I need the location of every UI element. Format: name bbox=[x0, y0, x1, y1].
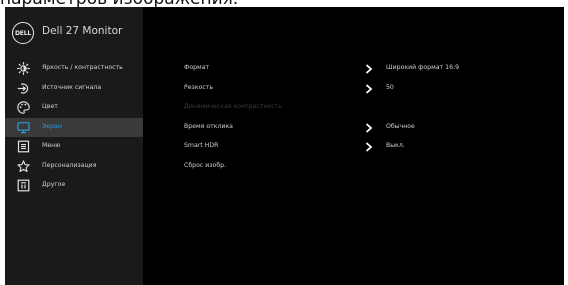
menu-item-label: Персонализация bbox=[42, 161, 97, 169]
input-source-icon bbox=[17, 82, 30, 95]
color-palette-icon bbox=[17, 101, 30, 114]
setting-label: Динамическая контрастность bbox=[184, 103, 282, 110]
menu-item-label: Источник сигнала bbox=[42, 83, 102, 91]
osd-header: DELL Dell 27 Monitor bbox=[5, 7, 564, 50]
chevron-right-icon bbox=[365, 122, 373, 133]
setting-smart-hdr[interactable]: Smart HDR Выкл. bbox=[143, 137, 564, 157]
setting-response-time[interactable]: Время отклика Обычное bbox=[143, 118, 564, 138]
menu-item-personalization[interactable]: Персонализация bbox=[5, 157, 143, 177]
display-settings-panel: Формат Широкий формат 16:9 Резкость 50 Д… bbox=[143, 59, 564, 176]
menu-item-label: Цвет bbox=[42, 103, 58, 110]
setting-aspect-ratio[interactable]: Формат Широкий формат 16:9 bbox=[143, 59, 564, 79]
setting-value: Широкий формат 16:9 bbox=[386, 64, 460, 71]
monitor-title: Dell 27 Monitor bbox=[42, 25, 123, 37]
menu-item-label: Меню bbox=[42, 142, 61, 149]
other-info-icon bbox=[17, 179, 30, 192]
chevron-right-icon bbox=[365, 64, 373, 74]
monitor-osd: DELL Dell 27 Monitor Яркость / контрастн… bbox=[5, 7, 564, 285]
osd-main-menu: Яркость / контрастность Источник сигнала bbox=[5, 59, 143, 196]
setting-value: 50 bbox=[386, 83, 394, 91]
menu-item-menu[interactable]: Меню bbox=[5, 137, 143, 157]
setting-value: Обычное bbox=[386, 122, 415, 130]
menu-item-label: Экран bbox=[42, 122, 62, 130]
chevron-right-icon bbox=[365, 142, 373, 152]
brightness-icon bbox=[17, 62, 30, 75]
setting-dynamic-contrast: Динамическая контрастность bbox=[143, 98, 564, 118]
dell-logo-text: DELL bbox=[15, 29, 31, 37]
setting-reset-display[interactable]: Сброс изобр. bbox=[143, 157, 564, 177]
setting-label: Формат bbox=[184, 64, 210, 71]
setting-sharpness[interactable]: Резкость 50 bbox=[143, 79, 564, 99]
star-icon bbox=[17, 159, 30, 173]
chevron-right-icon bbox=[365, 83, 373, 94]
menu-icon bbox=[17, 140, 30, 153]
menu-item-display[interactable]: Экран bbox=[5, 117, 143, 137]
menu-item-label: Яркость / контрастность bbox=[42, 64, 123, 71]
dell-logo: DELL bbox=[12, 22, 34, 44]
setting-value: Выкл. bbox=[386, 142, 405, 149]
menu-item-brightness-contrast[interactable]: Яркость / контрастность bbox=[5, 59, 143, 79]
menu-item-other[interactable]: Другое bbox=[5, 176, 143, 196]
setting-label: Сброс изобр. bbox=[184, 161, 227, 169]
setting-label: Резкость bbox=[184, 83, 214, 91]
menu-item-label: Другое bbox=[42, 181, 66, 188]
menu-item-color[interactable]: Цвет bbox=[5, 98, 143, 118]
setting-label: Smart HDR bbox=[184, 142, 219, 149]
menu-item-input-source[interactable]: Источник сигнала bbox=[5, 79, 143, 99]
display-icon bbox=[17, 121, 30, 134]
setting-label: Время отклика bbox=[184, 122, 233, 130]
